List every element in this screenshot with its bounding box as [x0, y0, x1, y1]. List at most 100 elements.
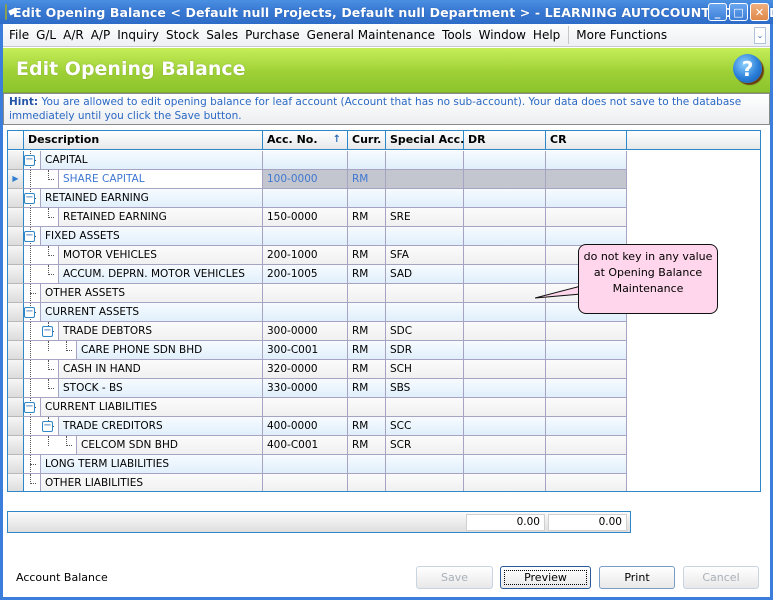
- dr-cell[interactable]: [464, 170, 546, 189]
- description-cell[interactable]: − TRADE CREDITORS: [24, 417, 263, 436]
- cr-cell[interactable]: [546, 436, 627, 455]
- dr-cell[interactable]: [464, 151, 546, 170]
- cr-cell[interactable]: [546, 417, 627, 436]
- row-indicator[interactable]: [8, 284, 24, 303]
- dr-cell[interactable]: [464, 322, 546, 341]
- help-icon[interactable]: ?: [733, 54, 762, 83]
- description-cell[interactable]: CELCOM SDN BHD: [24, 436, 263, 455]
- menu-general-maintenance[interactable]: General Maintenance: [304, 28, 438, 42]
- row-indicator[interactable]: [8, 360, 24, 379]
- table-row[interactable]: − CAPITAL: [8, 151, 627, 170]
- table-row[interactable]: − CURRENT ASSETS: [8, 303, 627, 322]
- description-cell[interactable]: − FIXED ASSETS: [24, 227, 263, 246]
- cr-cell[interactable]: [546, 455, 627, 474]
- cr-cell[interactable]: [546, 360, 627, 379]
- row-indicator[interactable]: [8, 246, 24, 265]
- dr-cell[interactable]: [464, 227, 546, 246]
- row-indicator[interactable]: [8, 398, 24, 417]
- collapse-icon[interactable]: −: [42, 421, 53, 432]
- table-row[interactable]: STOCK - BS 330-0000 RM SBS: [8, 379, 627, 398]
- description-cell[interactable]: OTHER LIABILITIES: [24, 474, 263, 491]
- dr-cell[interactable]: [464, 398, 546, 417]
- row-indicator[interactable]: [8, 417, 24, 436]
- cr-cell[interactable]: [546, 379, 627, 398]
- table-row[interactable]: − TRADE CREDITORS 400-0000 RM SCC: [8, 417, 627, 436]
- column-header-curr[interactable]: Curr.: [348, 131, 386, 150]
- collapse-icon[interactable]: −: [24, 193, 35, 204]
- description-cell[interactable]: − CURRENT LIABILITIES: [24, 398, 263, 417]
- row-indicator[interactable]: [8, 341, 24, 360]
- dr-cell[interactable]: [464, 246, 546, 265]
- row-indicator[interactable]: [8, 455, 24, 474]
- row-indicator[interactable]: [8, 322, 24, 341]
- cr-cell[interactable]: [546, 341, 627, 360]
- preview-button[interactable]: Preview: [500, 566, 591, 589]
- cr-cell[interactable]: [546, 151, 627, 170]
- menu-stock[interactable]: Stock: [163, 28, 202, 42]
- column-header-acc-no[interactable]: Acc. No. ↑: [263, 131, 348, 150]
- cr-cell[interactable]: [546, 322, 627, 341]
- collapse-icon[interactable]: −: [24, 402, 35, 413]
- row-indicator[interactable]: ▶: [8, 170, 24, 189]
- column-header-special-acc[interactable]: Special Acc.: [386, 131, 464, 150]
- description-cell[interactable]: STOCK - BS: [24, 379, 263, 398]
- maximize-button[interactable]: □: [729, 3, 748, 21]
- cr-cell[interactable]: [546, 474, 627, 491]
- column-header-description[interactable]: Description: [24, 131, 263, 150]
- table-row[interactable]: CELCOM SDN BHD 400-C001 RM SCR: [8, 436, 627, 455]
- menu-help[interactable]: Help: [530, 28, 563, 42]
- row-indicator[interactable]: [8, 436, 24, 455]
- menu-overflow-button[interactable]: ⌄: [754, 27, 766, 44]
- collapse-icon[interactable]: −: [24, 155, 35, 166]
- menu-gl[interactable]: G/L: [33, 28, 59, 42]
- dr-cell[interactable]: [464, 474, 546, 491]
- row-indicator[interactable]: [8, 379, 24, 398]
- table-row[interactable]: LONG TERM LIABILITIES: [8, 455, 627, 474]
- description-cell[interactable]: − CAPITAL: [24, 151, 263, 170]
- menu-more-functions[interactable]: More Functions: [573, 28, 670, 42]
- description-cell[interactable]: ACCUM. DEPRN. MOTOR VEHICLES: [24, 265, 263, 284]
- save-button[interactable]: Save: [416, 566, 493, 589]
- menu-ap[interactable]: A/P: [88, 28, 114, 42]
- dr-cell[interactable]: [464, 208, 546, 227]
- table-row[interactable]: OTHER LIABILITIES: [8, 474, 627, 491]
- dr-cell[interactable]: [464, 341, 546, 360]
- row-indicator[interactable]: [8, 303, 24, 322]
- collapse-icon[interactable]: −: [24, 231, 35, 242]
- cancel-button[interactable]: Cancel: [683, 566, 759, 589]
- row-indicator[interactable]: [8, 151, 24, 170]
- dr-cell[interactable]: [464, 360, 546, 379]
- description-cell[interactable]: OTHER ASSETS: [24, 284, 263, 303]
- dr-cell[interactable]: [464, 436, 546, 455]
- dr-cell[interactable]: [464, 455, 546, 474]
- collapse-icon[interactable]: −: [24, 307, 35, 318]
- row-indicator[interactable]: [8, 208, 24, 227]
- menu-window[interactable]: Window: [476, 28, 529, 42]
- description-cell[interactable]: MOTOR VEHICLES: [24, 246, 263, 265]
- cr-cell[interactable]: [546, 189, 627, 208]
- description-cell[interactable]: CARE PHONE SDN BHD: [24, 341, 263, 360]
- table-row[interactable]: RETAINED EARNING 150-0000 RM SRE: [8, 208, 627, 227]
- description-cell[interactable]: − RETAINED EARNING: [24, 189, 263, 208]
- description-cell[interactable]: CASH IN HAND: [24, 360, 263, 379]
- description-cell[interactable]: RETAINED EARNING: [24, 208, 263, 227]
- column-header-dr[interactable]: DR: [464, 131, 546, 150]
- description-cell[interactable]: − CURRENT ASSETS: [24, 303, 263, 322]
- column-header-cr[interactable]: CR: [546, 131, 627, 150]
- table-row[interactable]: − CURRENT LIABILITIES: [8, 398, 627, 417]
- menu-file[interactable]: File: [6, 28, 32, 42]
- description-cell[interactable]: LONG TERM LIABILITIES: [24, 455, 263, 474]
- dr-cell[interactable]: [464, 303, 546, 322]
- cr-cell[interactable]: [546, 398, 627, 417]
- table-row[interactable]: − FIXED ASSETS: [8, 227, 627, 246]
- table-row[interactable]: CASH IN HAND 320-0000 RM SCH: [8, 360, 627, 379]
- collapse-icon[interactable]: −: [42, 326, 53, 337]
- menu-ar[interactable]: A/R: [60, 28, 87, 42]
- menu-inquiry[interactable]: Inquiry: [114, 28, 162, 42]
- minimize-button[interactable]: _: [708, 3, 727, 21]
- menu-purchase[interactable]: Purchase: [242, 28, 303, 42]
- table-row[interactable]: MOTOR VEHICLES 200-1000 RM SFA: [8, 246, 627, 265]
- row-indicator[interactable]: [8, 474, 24, 491]
- row-indicator[interactable]: [8, 265, 24, 284]
- table-row[interactable]: CARE PHONE SDN BHD 300-C001 RM SDR: [8, 341, 627, 360]
